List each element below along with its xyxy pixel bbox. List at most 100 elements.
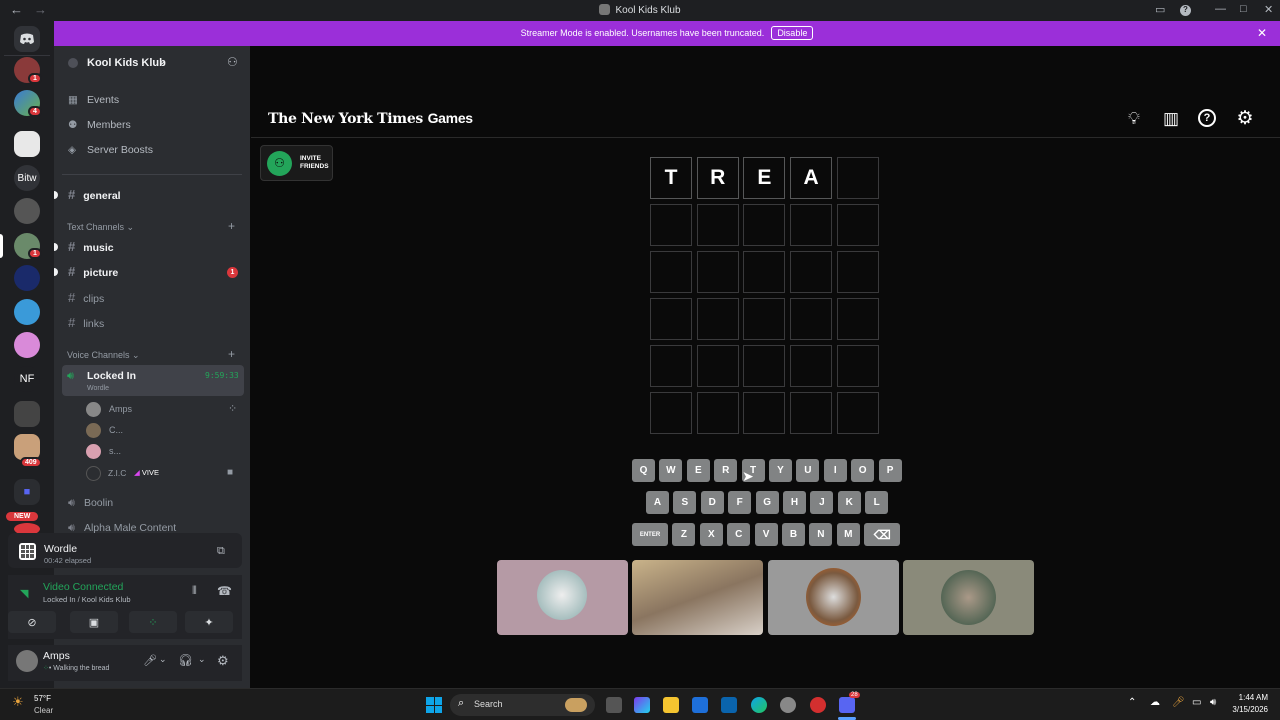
server-header[interactable]: Kool Kids Klub ⌄ ⚇ xyxy=(54,46,250,80)
volume-icon[interactable]: 🔊︎ xyxy=(1210,697,1216,708)
noise-suppression-icon[interactable]: ⦀ xyxy=(192,585,197,598)
discord-home-icon[interactable] xyxy=(14,26,40,52)
key-b[interactable]: B xyxy=(782,523,805,546)
participant-video[interactable] xyxy=(903,560,1034,635)
weather-temp[interactable]: 57°F xyxy=(34,694,51,703)
windows-start-icon[interactable] xyxy=(426,697,442,713)
server-folder-icon[interactable] xyxy=(14,401,40,427)
voice-location[interactable]: Locked In / Kool Kids Klub xyxy=(43,595,131,604)
key-r[interactable]: R xyxy=(714,459,738,482)
backspace-key[interactable]: ⌫ xyxy=(864,523,901,546)
activity-panel[interactable]: Wordle 00:42 elapsed ⧉ xyxy=(8,533,242,568)
close-window-button[interactable]: ✕ xyxy=(1264,3,1273,16)
file-explorer-icon[interactable] xyxy=(663,697,679,713)
key-q[interactable]: Q xyxy=(632,459,655,482)
channel-clips[interactable]: # clips xyxy=(68,290,104,305)
channel-general[interactable]: # general xyxy=(68,187,121,202)
voice-user[interactable]: Z.I.C ◢ VIVE ■ xyxy=(86,465,236,483)
key-s[interactable]: S xyxy=(673,491,697,514)
microphone-icon[interactable]: 🎤︎ xyxy=(143,654,157,667)
server-text-icon[interactable]: NF xyxy=(14,366,40,392)
discord-taskbar-icon[interactable] xyxy=(839,697,855,713)
nav-members[interactable]: ⚉ Members xyxy=(68,119,131,131)
settings-gear-icon[interactable]: ⚙ xyxy=(1235,107,1255,129)
headphones-icon[interactable]: 🎧︎ xyxy=(178,653,193,667)
key-e[interactable]: E xyxy=(686,459,710,482)
add-user-icon[interactable]: ⚇ xyxy=(227,55,238,69)
voice-channel-boolin[interactable]: 🔊︎ Boolin xyxy=(68,497,113,510)
camera-off-button[interactable]: ⊘ xyxy=(8,611,56,633)
key-a[interactable]: A xyxy=(646,491,669,514)
key-y[interactable]: Y xyxy=(769,459,792,482)
screen-share-button[interactable]: ▣ xyxy=(70,611,118,633)
inbox-icon[interactable]: ▭ xyxy=(1155,3,1165,16)
server-text-icon[interactable]: Bitw xyxy=(14,165,40,191)
store-icon[interactable] xyxy=(692,697,708,713)
nav-server-boosts[interactable]: ◈ Server Boosts xyxy=(68,144,153,156)
key-o[interactable]: O xyxy=(851,459,875,482)
server-icon[interactable] xyxy=(14,265,40,291)
taskbar-search[interactable]: ⌕ Search xyxy=(450,694,595,716)
participant-video[interactable] xyxy=(497,560,628,635)
participant-video[interactable] xyxy=(768,560,899,635)
key-k[interactable]: K xyxy=(837,491,861,514)
chevron-down-icon[interactable]: ⌄ xyxy=(198,654,206,665)
add-channel-icon[interactable]: + xyxy=(228,219,235,233)
disconnect-icon[interactable]: ☎ xyxy=(217,584,232,598)
help-icon[interactable]: ? xyxy=(1198,109,1216,127)
app-icon[interactable] xyxy=(810,697,826,713)
key-m[interactable]: M xyxy=(836,523,860,546)
key-c[interactable]: C xyxy=(727,523,751,546)
settings-icon[interactable] xyxy=(780,697,796,713)
voice-user[interactable]: C... xyxy=(86,422,236,440)
chevron-down-icon[interactable]: ⌄ xyxy=(159,654,167,665)
key-n[interactable]: N xyxy=(809,523,833,546)
key-i[interactable]: I xyxy=(823,459,847,482)
task-view-icon[interactable] xyxy=(606,697,622,713)
nav-events[interactable]: ▦ Events xyxy=(68,94,119,106)
server-icon[interactable] xyxy=(14,131,40,157)
key-w[interactable]: W xyxy=(659,459,683,482)
key-z[interactable]: Z xyxy=(672,523,696,546)
close-icon[interactable]: ✕ xyxy=(1257,26,1267,40)
disable-button[interactable]: Disable xyxy=(771,26,814,40)
folder-icon[interactable]: ■ xyxy=(14,479,40,505)
key-p[interactable]: P xyxy=(878,459,902,482)
key-f[interactable]: F xyxy=(728,491,752,514)
text-channels-category[interactable]: Text Channels ⌄ xyxy=(67,222,134,233)
server-icon[interactable] xyxy=(14,299,40,325)
minimize-button[interactable]: — xyxy=(1215,3,1226,15)
copilot-icon[interactable] xyxy=(634,697,650,713)
key-l[interactable]: L xyxy=(865,491,889,514)
avatar[interactable] xyxy=(16,650,38,672)
key-g[interactable]: G xyxy=(755,491,779,514)
channel-picture[interactable]: # picture xyxy=(68,264,118,279)
add-channel-icon[interactable]: + xyxy=(228,347,235,361)
key-v[interactable]: V xyxy=(754,523,778,546)
edge-icon[interactable] xyxy=(751,697,767,713)
microphone-icon[interactable]: 🎤︎ xyxy=(1172,697,1185,708)
network-icon[interactable]: ▭ xyxy=(1192,697,1201,708)
chevron-up-icon[interactable]: ⌃ xyxy=(1128,697,1136,708)
help-icon[interactable]: ? xyxy=(1180,5,1191,16)
channel-music[interactable]: # music xyxy=(68,239,114,254)
key-u[interactable]: U xyxy=(796,459,820,482)
enter-key[interactable]: ENTER xyxy=(632,523,668,546)
settings-gear-icon[interactable]: ⚙ xyxy=(217,653,229,669)
key-j[interactable]: J xyxy=(810,491,834,514)
invite-friends-button[interactable]: ⚇ INVITE FRIENDS xyxy=(260,145,333,181)
stats-icon[interactable]: ▥ xyxy=(1161,109,1181,129)
key-x[interactable]: X xyxy=(699,523,723,546)
popout-icon[interactable]: ⧉ xyxy=(217,545,225,558)
key-d[interactable]: D xyxy=(700,491,724,514)
onedrive-icon[interactable]: ☁ xyxy=(1150,697,1160,708)
server-icon[interactable] xyxy=(14,198,40,224)
voice-user[interactable]: Amps ⁘ xyxy=(86,401,237,419)
activities-button[interactable]: ⁘ xyxy=(129,611,177,633)
voice-channels-category[interactable]: Voice Channels ⌄ xyxy=(67,350,140,361)
maximize-button[interactable]: □ xyxy=(1240,3,1247,15)
voice-channel-locked-in[interactable]: 🔊︎ Locked In Wordle 9:59:33 xyxy=(62,365,244,396)
channel-links[interactable]: # links xyxy=(68,315,104,330)
voice-user[interactable]: s... xyxy=(86,443,236,461)
hint-bulb-icon[interactable]: 💡︎ xyxy=(1124,109,1144,129)
